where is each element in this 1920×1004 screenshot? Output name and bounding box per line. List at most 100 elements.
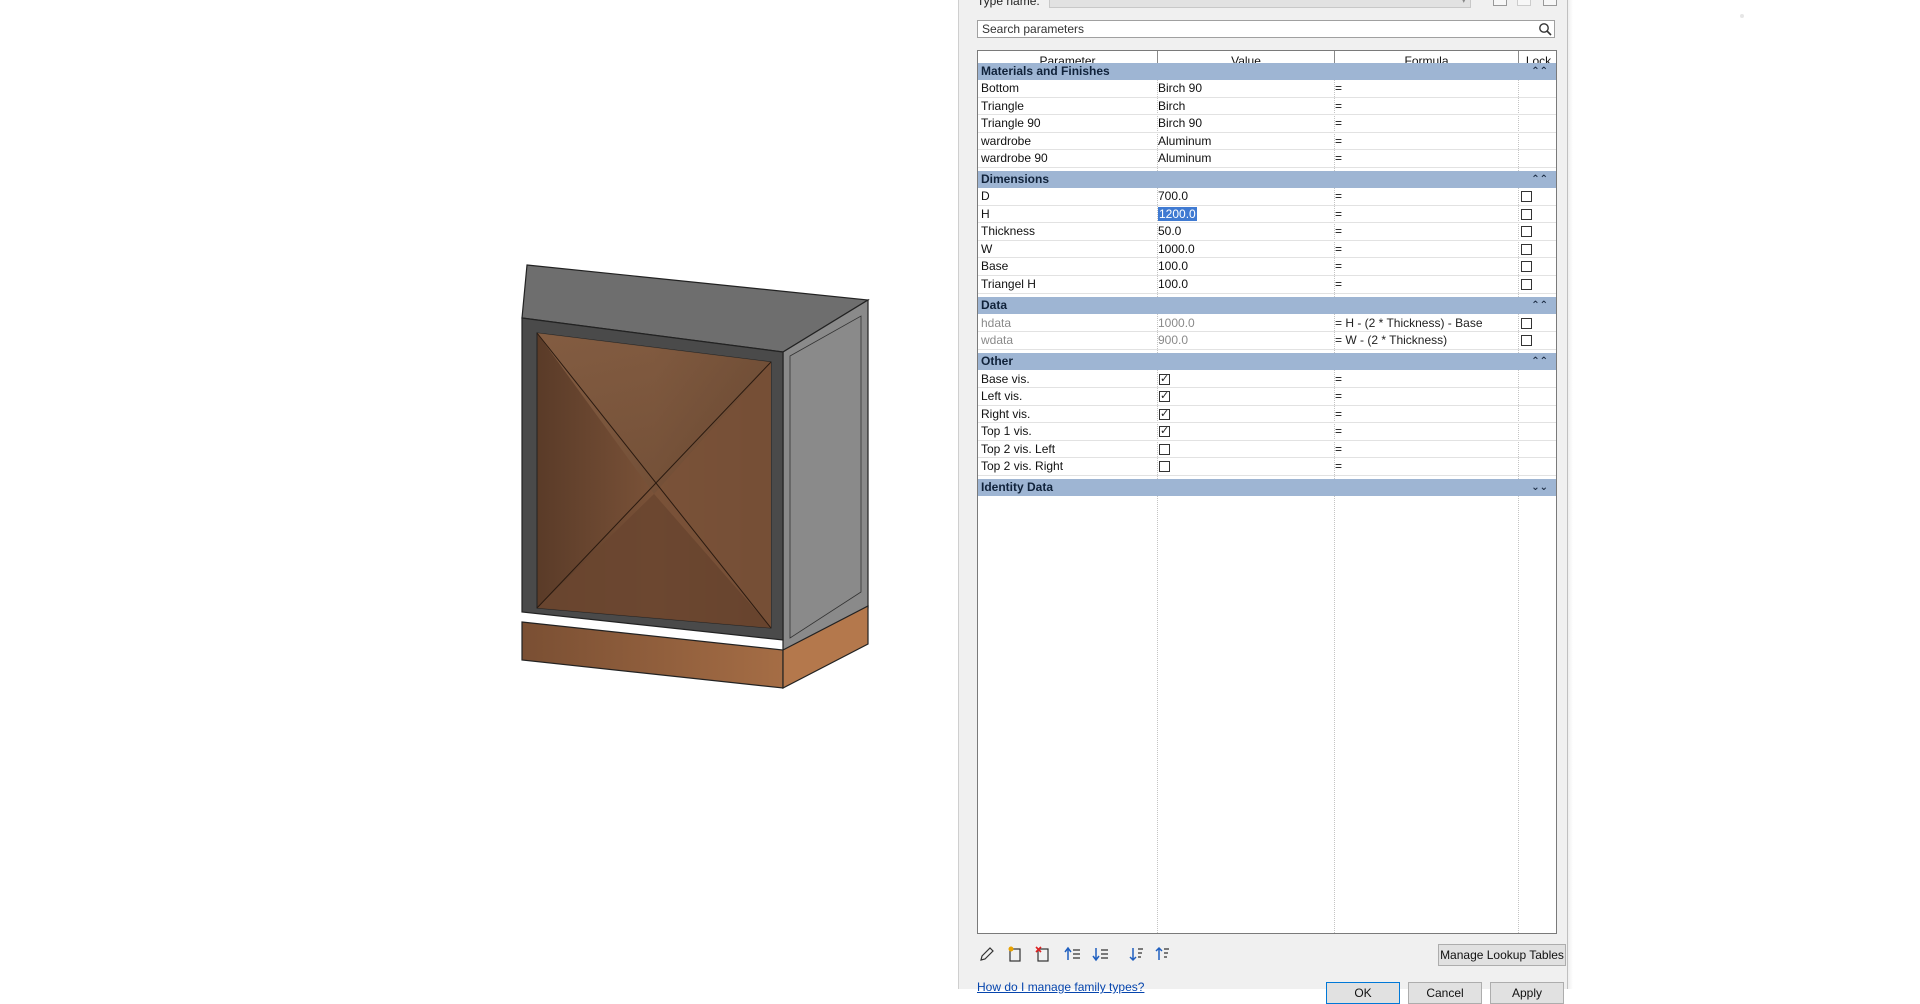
table-row[interactable]: Triangle Birch = <box>978 98 1556 116</box>
parameter-formula[interactable]: = <box>1335 80 1515 97</box>
parameter-value[interactable]: Aluminum <box>1158 150 1334 167</box>
apply-button[interactable]: Apply <box>1490 982 1564 1004</box>
move-down-icon[interactable] <box>1091 944 1111 964</box>
table-row[interactable]: hdata 1000.0 = H - (2 * Thickness) - Bas… <box>978 315 1556 333</box>
lock-checkbox[interactable] <box>1521 261 1532 273</box>
parameter-value[interactable]: Birch 90 <box>1158 80 1334 97</box>
parameter-formula[interactable]: = <box>1335 206 1515 223</box>
section-dimensions[interactable]: Dimensions ⌃⌃ <box>978 171 1556 188</box>
ok-button[interactable]: OK <box>1326 982 1400 1004</box>
parameter-value[interactable]: 700.0 <box>1158 188 1334 205</box>
parameter-name: Base vis. <box>981 371 1030 386</box>
table-row[interactable]: wdata 900.0 = W - (2 * Thickness) <box>978 332 1556 350</box>
parameter-formula[interactable]: = <box>1335 241 1515 258</box>
parameter-formula[interactable]: = <box>1335 406 1515 423</box>
new-type-icon[interactable] <box>1493 0 1507 6</box>
collapse-icon[interactable]: ⌃⌃ <box>1531 63 1548 80</box>
table-row[interactable]: Thickness 50.0 = <box>978 223 1556 241</box>
table-row[interactable]: Triangel H 100.0 = <box>978 276 1556 294</box>
table-row[interactable]: H 1200.0 = <box>978 206 1556 224</box>
selected-value-text[interactable]: 1200.0 <box>1158 206 1197 221</box>
parameter-value[interactable]: Birch <box>1158 98 1334 115</box>
parameter-name: Top 2 vis. Right <box>981 459 1064 473</box>
value-checkbox[interactable] <box>1159 443 1170 455</box>
table-row[interactable]: Base vis. = <box>978 371 1556 389</box>
parameter-value[interactable]: 1000.0 <box>1158 241 1334 258</box>
section-other[interactable]: Other ⌃⌃ <box>978 353 1556 370</box>
manage-lookup-tables-button[interactable]: Manage Lookup Tables <box>1438 944 1566 966</box>
expand-icon[interactable]: ⌄⌄ <box>1531 479 1548 496</box>
parameter-formula[interactable]: = <box>1335 423 1515 440</box>
value-checkbox[interactable] <box>1159 461 1170 472</box>
sort-descending-icon[interactable] <box>1153 944 1173 964</box>
table-row[interactable]: Triangle 90 Birch 90 = <box>978 115 1556 133</box>
parameter-formula[interactable]: = <box>1335 388 1515 405</box>
section-data[interactable]: Data ⌃⌃ <box>978 297 1556 314</box>
parameter-formula[interactable]: = <box>1335 458 1515 475</box>
table-row[interactable]: Top 2 vis. Right = <box>978 458 1556 476</box>
table-row[interactable]: D 700.0 = <box>978 188 1556 206</box>
help-link[interactable]: How do I manage family types? <box>977 980 1144 994</box>
value-checkbox[interactable] <box>1159 424 1170 437</box>
parameter-formula[interactable]: = <box>1335 258 1515 275</box>
lock-checkbox[interactable] <box>1521 243 1532 255</box>
table-row[interactable]: Right vis. = <box>978 406 1556 424</box>
parameter-formula[interactable]: = <box>1335 150 1515 167</box>
chevron-down-icon: ▾ <box>1461 0 1466 5</box>
parameter-formula[interactable]: = <box>1335 115 1515 132</box>
section-title: Other <box>981 354 1014 368</box>
value-checkbox[interactable] <box>1159 407 1170 420</box>
parameter-formula[interactable]: = H - (2 * Thickness) - Base <box>1335 315 1515 332</box>
section-identity-data[interactable]: Identity Data ⌄⌄ <box>978 479 1556 496</box>
type-name-combo[interactable]: ▾ <box>1049 0 1471 8</box>
parameter-formula[interactable]: = <box>1335 133 1515 150</box>
lock-checkbox[interactable] <box>1521 191 1532 202</box>
parameters-grid[interactable]: Parameter Value Formula Lock Materials a… <box>977 50 1557 934</box>
pencil-icon[interactable] <box>977 944 997 964</box>
rename-type-icon[interactable] <box>1517 0 1531 6</box>
search-icon[interactable] <box>1538 22 1552 36</box>
table-row[interactable]: Top 2 vis. Left = <box>978 441 1556 459</box>
3d-viewport[interactable] <box>0 0 960 989</box>
table-row[interactable]: wardrobe Aluminum = <box>978 133 1556 151</box>
lock-checkbox[interactable] <box>1521 317 1532 329</box>
new-parameter-icon[interactable] <box>1005 944 1025 964</box>
parameter-value[interactable]: Birch 90 <box>1158 115 1334 132</box>
parameter-value[interactable]: 100.0 <box>1158 276 1334 293</box>
parameter-formula[interactable]: = W - (2 * Thickness) <box>1335 332 1515 349</box>
collapse-icon[interactable]: ⌃⌃ <box>1531 297 1548 314</box>
parameter-formula[interactable]: = <box>1335 223 1515 240</box>
parameter-value-selected[interactable]: 1200.0 <box>1158 206 1334 223</box>
delete-parameter-icon[interactable] <box>1033 944 1053 964</box>
lock-checkbox[interactable] <box>1521 335 1532 346</box>
lock-checkbox[interactable] <box>1521 208 1532 220</box>
parameter-formula[interactable]: = <box>1335 276 1515 293</box>
table-row[interactable]: Left vis. = <box>978 388 1556 406</box>
parameter-value[interactable]: 100.0 <box>1158 258 1334 275</box>
table-row[interactable]: Bottom Birch 90 = <box>978 80 1556 98</box>
search-input[interactable]: Search parameters <box>977 20 1555 38</box>
table-row[interactable]: wardrobe 90 Aluminum = <box>978 150 1556 168</box>
parameter-formula[interactable]: = <box>1335 188 1515 205</box>
table-row[interactable]: W 1000.0 = <box>978 241 1556 259</box>
table-row[interactable]: Top 1 vis. = <box>978 423 1556 441</box>
value-checkbox[interactable] <box>1159 389 1170 402</box>
lock-checkbox[interactable] <box>1521 226 1532 238</box>
table-row[interactable]: Base 100.0 = <box>978 258 1556 276</box>
parameter-name: Right vis. <box>981 406 1031 421</box>
parameter-formula[interactable]: = <box>1335 441 1515 458</box>
delete-type-icon[interactable] <box>1543 0 1557 6</box>
parameter-formula[interactable]: = <box>1335 371 1515 388</box>
move-up-icon[interactable] <box>1063 944 1083 964</box>
section-materials-and-finishes[interactable]: Materials and Finishes ⌃⌃ <box>978 63 1556 80</box>
sort-ascending-icon[interactable] <box>1127 944 1147 964</box>
parameter-formula[interactable]: = <box>1335 98 1515 115</box>
value-checkbox[interactable] <box>1159 372 1170 385</box>
parameter-value[interactable]: Aluminum <box>1158 133 1334 150</box>
collapse-icon[interactable]: ⌃⌃ <box>1531 171 1548 188</box>
parameter-value[interactable]: 50.0 <box>1158 223 1334 240</box>
parameter-name: hdata <box>981 315 1012 330</box>
cancel-button[interactable]: Cancel <box>1408 982 1482 1004</box>
lock-checkbox[interactable] <box>1521 279 1532 290</box>
collapse-icon[interactable]: ⌃⌃ <box>1531 353 1548 370</box>
